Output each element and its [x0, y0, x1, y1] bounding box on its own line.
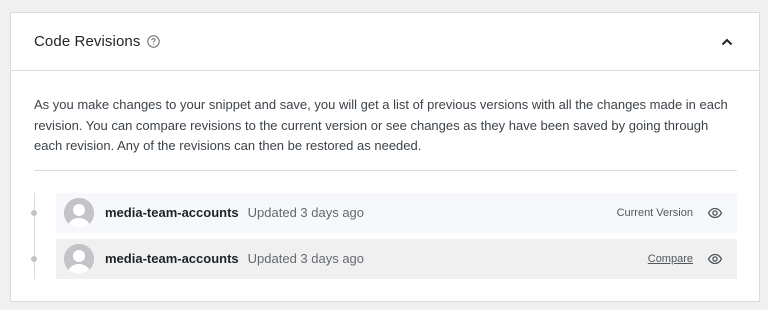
chevron-up-icon [721, 33, 733, 51]
timeline-dot [31, 255, 37, 262]
revision-name: media-team-accounts [105, 205, 239, 220]
collapse-button[interactable] [717, 32, 737, 52]
revision-name: media-team-accounts [105, 251, 239, 266]
avatar [64, 243, 94, 274]
revision-actions: Compare [648, 251, 723, 267]
revision-row-current: media-team-accounts Updated 3 days ago C… [31, 192, 737, 233]
revisions-list: media-team-accounts Updated 3 days ago C… [31, 192, 737, 279]
revision-row-past: media-team-accounts Updated 3 days ago C… [31, 238, 737, 279]
revisions-description: As you make changes to your snippet and … [34, 95, 737, 171]
question-circle-icon[interactable] [147, 35, 161, 48]
eye-icon[interactable] [707, 251, 723, 267]
revision-updated: Updated 3 days ago [247, 251, 365, 266]
avatar [64, 197, 94, 228]
panel-header[interactable]: Code Revisions [11, 13, 759, 71]
compare-link[interactable]: Compare [648, 253, 693, 265]
code-revisions-panel: Code Revisions As you make changes to yo… [10, 12, 760, 302]
title-wrap: Code Revisions [34, 33, 161, 50]
timeline-line [34, 192, 35, 279]
panel-body: As you make changes to your snippet and … [11, 71, 759, 279]
eye-icon[interactable] [707, 205, 723, 221]
revision-actions: Current Version [617, 205, 723, 221]
revision-updated: Updated 3 days ago [247, 205, 365, 220]
current-version-label: Current Version [616, 206, 693, 219]
panel-title: Code Revisions [34, 33, 141, 50]
timeline-dot [31, 209, 37, 216]
